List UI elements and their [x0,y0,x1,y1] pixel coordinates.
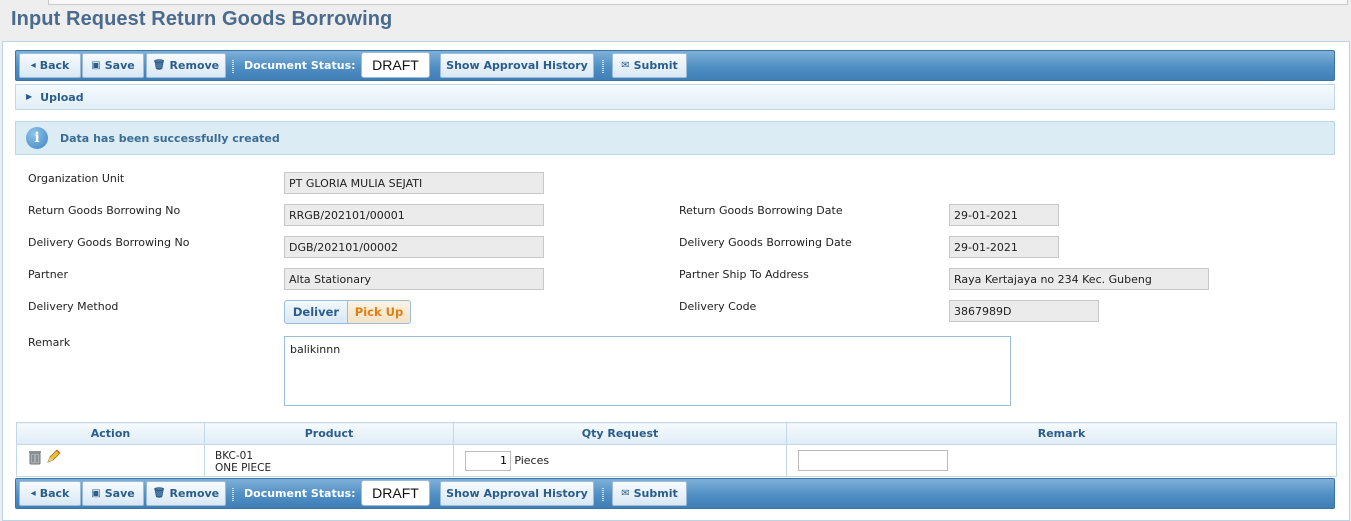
column-header-remark: Remark [786,422,1337,445]
return-date-field: 29-01-2021 [949,204,1059,226]
column-header-qty-request: Qty Request [453,422,787,445]
return-no-field: RRGB/202101/00001 [284,204,544,226]
remark-textarea[interactable]: balikinnn [284,336,1011,406]
row-remark-input[interactable] [798,450,948,471]
product-cell: BKC-01 ONE PIECE [204,444,454,477]
document-status-value: DRAFT [361,480,430,506]
delivery-code-field: 3867989D [949,300,1099,322]
remove-button[interactable]: 🗑 Remove [146,481,226,506]
caret-left-icon: ◂ [30,59,36,71]
product-code: BKC-01 [215,450,253,462]
partner-label: Partner [28,268,68,281]
delivery-no-label: Delivery Goods Borrowing No [28,236,190,249]
org-unit-field: PT GLORIA MULIA SEJATI [284,172,544,194]
document-status-label: Document Status: [244,59,356,72]
document-status-label: Document Status: [244,487,356,500]
success-message-text: Data has been successfully created [60,131,280,145]
pencil-icon[interactable] [45,449,61,468]
remark-label: Remark [28,336,71,349]
remark-cell [786,444,1337,477]
upload-toggle[interactable]: ▶ Upload [15,84,1335,110]
org-unit-label: Organization Unit [28,172,125,185]
envelope-icon: ✉ [621,487,630,499]
document-status-value: DRAFT [361,52,430,78]
back-button[interactable]: ◂ Back [19,481,81,506]
page-title: Input Request Return Goods Borrowing [11,8,393,30]
delivery-method-deliver[interactable]: Deliver [284,300,348,324]
delivery-no-field: DGB/202101/00002 [284,236,544,258]
table-row: BKC-01 ONE PIECE Pieces [16,444,1337,477]
floppy-icon: ▣ [91,487,101,499]
qty-cell: Pieces [453,444,787,477]
submit-button[interactable]: ✉ Submit [612,481,687,506]
delivery-method-pick-up[interactable]: Pick Up [347,300,411,324]
back-button[interactable]: ◂ Back [19,53,81,78]
show-approval-history-button[interactable]: Show Approval History [440,481,594,506]
product-name: ONE PIECE [215,462,272,474]
show-approval-history-button[interactable]: Show Approval History [440,53,594,78]
return-no-label: Return Goods Borrowing No [28,204,181,217]
top-strip [48,0,1348,5]
ship-to-field: Raya Kertajaya no 234 Kec. Gubeng [949,268,1209,290]
delivery-date-field: 29-01-2021 [949,236,1059,258]
toolbar-separator [602,488,604,501]
delivery-method-label: Delivery Method [28,300,119,313]
caret-left-icon: ◂ [30,487,36,499]
product-grid: Action Product Qty Request Remark BKC-01… [16,422,1337,477]
save-button[interactable]: ▣ Save [82,53,144,78]
toolbar-separator [232,60,234,73]
partner-field: Alta Stationary [284,268,544,290]
caret-right-icon: ▶ [26,92,33,101]
action-cell [16,444,205,477]
column-header-product: Product [204,422,454,445]
envelope-icon: ✉ [621,59,630,71]
qty-input[interactable] [465,450,511,471]
trash-icon: 🗑 [152,487,166,499]
toolbar-separator [602,60,604,73]
info-icon: i [26,127,48,149]
remove-button[interactable]: 🗑 Remove [146,53,226,78]
column-header-action: Action [16,422,205,445]
delivery-date-label: Delivery Goods Borrowing Date [679,236,852,249]
toolbar-top: ◂ Back ▣ Save 🗑 Remove Document Status: … [15,50,1335,81]
toolbar-separator [232,488,234,501]
delivery-code-label: Delivery Code [679,300,757,313]
trash-can-icon[interactable] [28,449,42,468]
success-message: i Data has been successfully created [15,121,1335,155]
floppy-icon: ▣ [91,59,101,71]
qty-unit: Pieces [514,453,550,467]
return-date-label: Return Goods Borrowing Date [679,204,843,217]
upload-label: Upload [40,90,84,104]
ship-to-label: Partner Ship To Address [679,268,809,281]
trash-icon: 🗑 [152,59,166,71]
save-button[interactable]: ▣ Save [82,481,144,506]
submit-button[interactable]: ✉ Submit [612,53,687,78]
toolbar-bottom: ◂ Back ▣ Save 🗑 Remove Document Status: … [15,478,1335,509]
